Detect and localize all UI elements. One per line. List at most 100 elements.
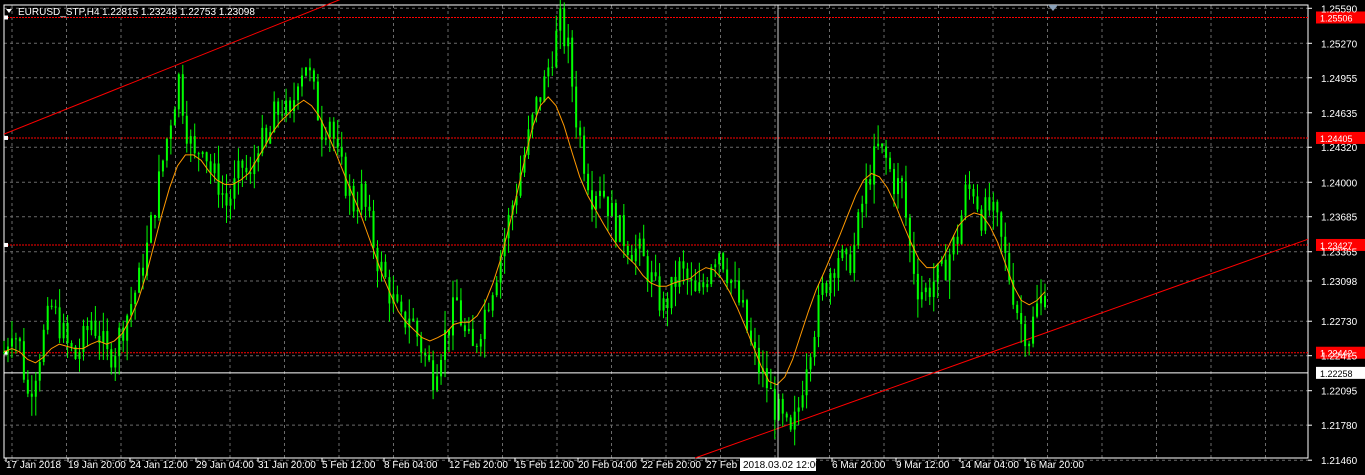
candle-body bbox=[193, 136, 196, 154]
candle-body bbox=[432, 360, 435, 391]
candle-body bbox=[221, 193, 224, 195]
candle-body bbox=[583, 135, 586, 174]
candle-body bbox=[563, 8, 566, 47]
candle-body bbox=[424, 352, 427, 356]
candle-body bbox=[467, 328, 470, 332]
candle-body bbox=[670, 276, 673, 309]
candle-body bbox=[205, 152, 208, 162]
candle-body bbox=[626, 245, 629, 255]
candle-body bbox=[543, 76, 546, 102]
candle-body bbox=[976, 196, 979, 210]
candle-body bbox=[614, 202, 617, 242]
candle-body bbox=[126, 315, 129, 341]
x-tick-label: 31 Jan 20:00 bbox=[258, 460, 316, 471]
candle-body bbox=[1004, 236, 1007, 253]
candle-body bbox=[952, 236, 955, 255]
candle-body bbox=[797, 407, 800, 412]
candle-body bbox=[889, 157, 892, 170]
candle-body bbox=[134, 292, 137, 305]
x-tick-label: 15 Feb 12:00 bbox=[515, 460, 574, 471]
candle-body bbox=[106, 331, 109, 350]
candle-body bbox=[682, 261, 685, 269]
candle-body bbox=[702, 282, 705, 288]
candle-body bbox=[726, 269, 729, 284]
candle-body bbox=[924, 287, 927, 293]
candle-body bbox=[300, 75, 303, 87]
candle-body bbox=[694, 280, 697, 292]
x-tick-label: 22 Feb 20:00 bbox=[642, 460, 701, 471]
candle-body bbox=[960, 215, 963, 244]
y-tick-label: 1.22730 bbox=[1321, 317, 1358, 328]
candle-body bbox=[857, 212, 860, 246]
candle-body bbox=[455, 297, 458, 301]
candle-body bbox=[384, 261, 387, 278]
candle-body bbox=[308, 67, 311, 71]
candle-body bbox=[495, 282, 498, 296]
candle-body bbox=[769, 388, 772, 390]
candle-body bbox=[372, 210, 375, 248]
candle-body bbox=[662, 298, 665, 311]
candle-body bbox=[332, 121, 335, 139]
candle-body bbox=[972, 189, 975, 197]
candle-body bbox=[738, 280, 741, 303]
y-tick-label: 1.24955 bbox=[1321, 74, 1358, 85]
candle-body bbox=[201, 152, 204, 155]
candle-body bbox=[273, 101, 276, 133]
candle-body bbox=[936, 263, 939, 282]
x-tick-label: 29 Jan 04:00 bbox=[196, 460, 254, 471]
candle-body bbox=[964, 184, 967, 216]
candle-body bbox=[896, 178, 899, 195]
candle-body bbox=[487, 309, 490, 311]
candle-body bbox=[646, 256, 649, 282]
candle-body bbox=[459, 300, 462, 326]
x-tick-label: 9 Mar 12:00 bbox=[896, 460, 950, 471]
candle-body bbox=[666, 298, 669, 309]
candle-body bbox=[1024, 324, 1027, 347]
candle-body bbox=[706, 284, 709, 288]
candle-body bbox=[877, 143, 880, 147]
candle-body bbox=[229, 198, 232, 206]
candle-body bbox=[591, 190, 594, 210]
candle-body bbox=[916, 273, 919, 300]
price-chart[interactable]: 1.255061.244051.234271.224421.22258 1.25… bbox=[0, 0, 1365, 475]
candle-body bbox=[368, 206, 371, 211]
candle-body bbox=[66, 322, 69, 344]
time-axis[interactable]: 17 Jan 2018 19 Jan 20:00 24 Jan 12:00 29 Ja… bbox=[5, 458, 1084, 471]
candle-body bbox=[265, 127, 268, 144]
candle-body bbox=[491, 295, 494, 311]
y-tick-label: 1.22095 bbox=[1321, 387, 1358, 398]
candle-body bbox=[197, 153, 200, 155]
candle-body bbox=[789, 417, 792, 430]
candle-body bbox=[571, 37, 574, 87]
candle-body bbox=[825, 283, 828, 294]
candle-body bbox=[400, 301, 403, 312]
candle-body bbox=[904, 181, 907, 218]
candle-body bbox=[241, 160, 244, 168]
candle-body bbox=[70, 343, 73, 347]
x-tick-label: 12 Feb 20:00 bbox=[449, 460, 508, 471]
candle-body bbox=[865, 179, 868, 204]
candle-body bbox=[185, 115, 188, 144]
candle-body bbox=[579, 127, 582, 136]
candle-body bbox=[360, 183, 363, 210]
candle-body bbox=[289, 100, 292, 112]
candle-body bbox=[102, 331, 105, 343]
y-tick-label: 1.22415 bbox=[1321, 352, 1358, 363]
candle-body bbox=[165, 138, 168, 161]
candle-body bbox=[805, 369, 808, 396]
candle-body bbox=[1036, 303, 1039, 317]
y-tick-label: 1.24000 bbox=[1321, 178, 1358, 189]
candle-body bbox=[861, 203, 864, 213]
candle-body bbox=[46, 305, 49, 330]
candle-body bbox=[555, 30, 558, 67]
candle-body bbox=[634, 248, 637, 262]
candle-body bbox=[463, 325, 466, 332]
candle-body bbox=[217, 163, 220, 195]
candle-body bbox=[18, 338, 21, 342]
candle-body bbox=[710, 267, 713, 285]
y-tick-label: 1.24320 bbox=[1321, 143, 1358, 154]
candle-body bbox=[364, 183, 367, 207]
candle-body bbox=[428, 355, 431, 361]
y-tick-label: 1.21780 bbox=[1321, 421, 1358, 432]
candle-body bbox=[885, 146, 888, 158]
